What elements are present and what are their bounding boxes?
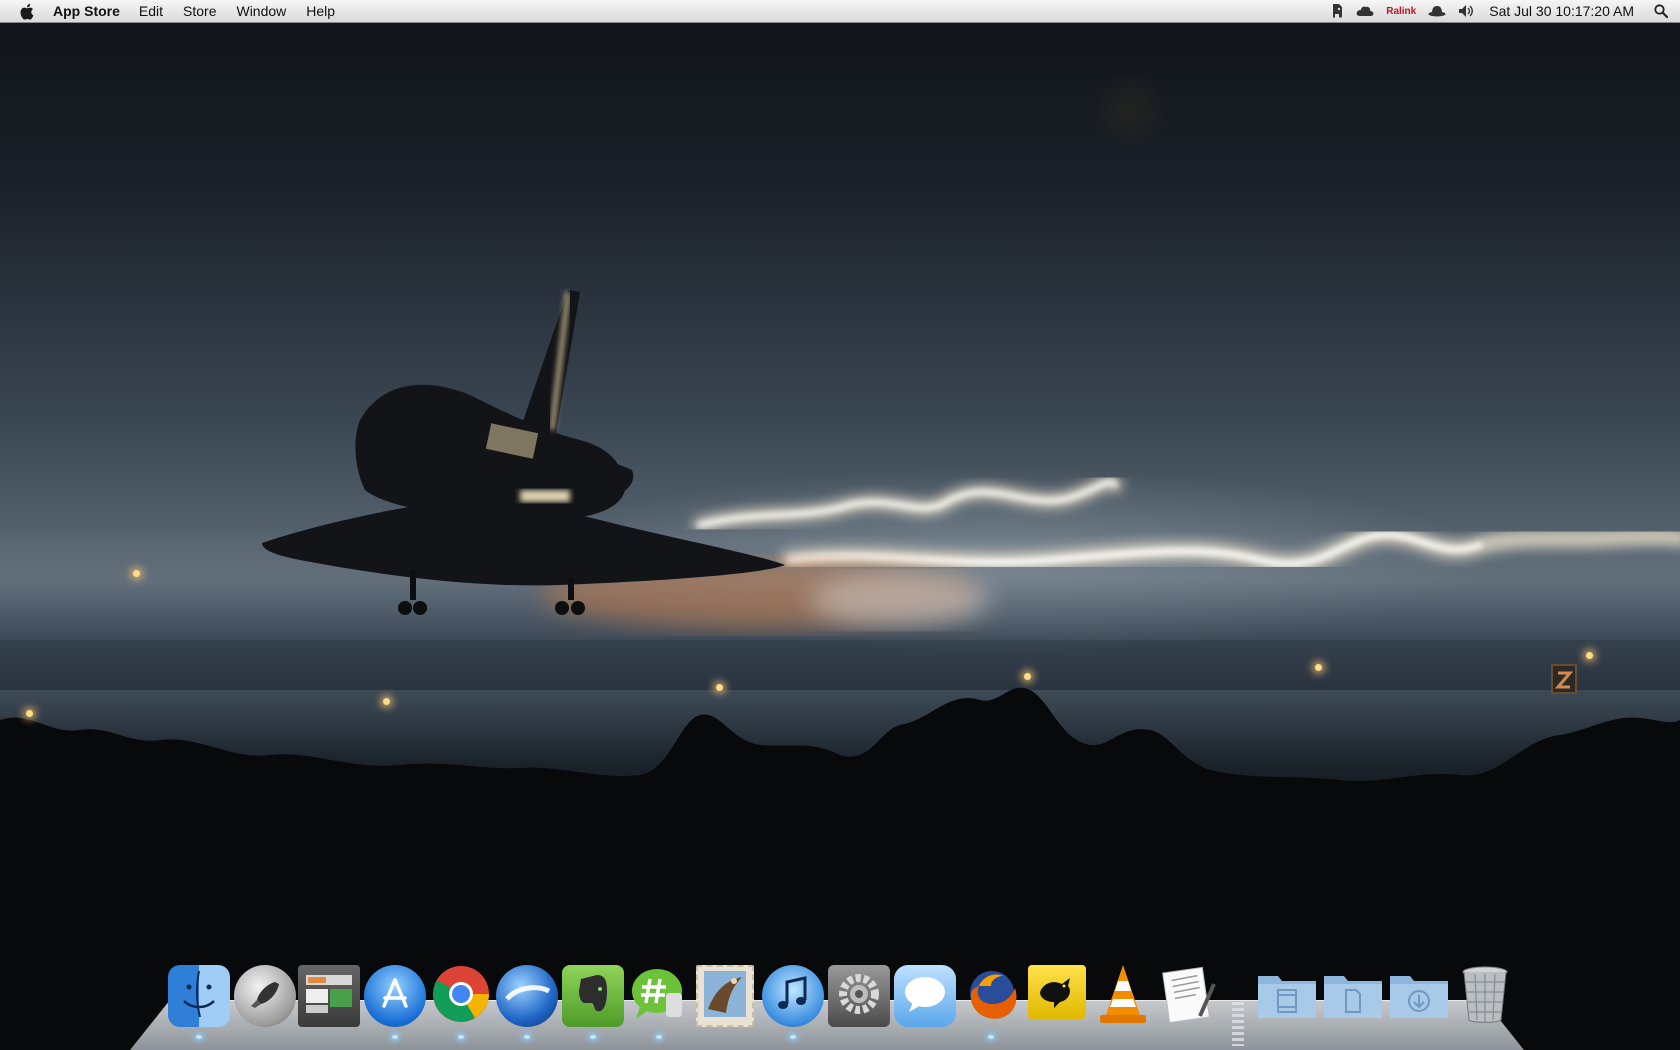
running-indicator [590,1035,596,1039]
menu-window[interactable]: Window [236,0,286,22]
document-pen-icon [1160,964,1218,1029]
apple-icon[interactable] [19,2,35,20]
running-indicator [524,1035,530,1039]
running-indicator [392,1035,398,1039]
menu-bar: App Store Edit Store Window Help Ralink … [0,0,1680,23]
dock-item-google-earth[interactable] [496,965,558,1039]
running-indicator [458,1035,464,1039]
dock-item-evernote[interactable] [562,965,624,1039]
volume-icon[interactable] [1458,0,1475,22]
runway-light [1586,652,1593,659]
trash-icon [1460,964,1510,1029]
shuttle-hatch-glow [520,490,570,502]
running-indicator [196,1035,202,1039]
dock-item-finder[interactable] [168,965,230,1039]
menu-help[interactable]: Help [306,0,335,22]
app-store-icon [375,974,415,1019]
runway-light [133,570,140,577]
dust-cloud-light [810,574,990,626]
shuttle-landing-scene [0,290,1680,1050]
dock-item-messages[interactable] [894,965,956,1027]
menu-store[interactable]: Store [183,0,216,22]
plume-trail-upper [693,475,1122,532]
menu-extras: Ralink Sat Jul 30 10:17:20 AM [1324,0,1680,22]
dock-item-chrome[interactable] [430,965,492,1039]
dock-item-tweetie[interactable] [1028,965,1086,1019]
clock-datetime[interactable]: Sat Jul 30 10:17:20 AM [1489,0,1634,22]
movies-folder-icon [1256,968,1318,1025]
dock-item-mail[interactable] [696,965,754,1027]
running-indicator [656,1035,662,1039]
dock-item-launchpad[interactable] [234,965,296,1027]
running-indicator [790,1035,796,1039]
downloads-folder-icon [1388,968,1450,1025]
dock-item-firefox[interactable] [960,964,1022,1039]
documents-folder-icon [1322,968,1384,1025]
dock-item-image-capture[interactable] [298,965,360,1027]
runway-light [716,684,723,691]
dock-item-textedit[interactable] [1158,965,1220,1027]
firefox-icon [961,964,1021,1029]
bowler-hat-icon[interactable] [1428,0,1446,22]
dock-item-vlc[interactable] [1092,963,1154,1030]
bird-icon [1034,970,1080,1015]
runway-light [383,698,390,705]
dock [0,963,1680,1039]
dock-item-hash-chat[interactable] [628,965,690,1039]
dock-item-app-store[interactable] [364,965,426,1039]
dock-stack-movies[interactable] [1256,965,1318,1027]
spotlight-search-icon[interactable] [1654,0,1668,22]
chrome-icon [432,965,490,1028]
itunes-note-icon [775,974,811,1019]
earth-icon [502,969,552,1024]
cloud-icon[interactable] [1356,0,1374,22]
runway-light [1024,673,1031,680]
running-indicator [988,1035,994,1039]
evernote-elephant-icon [573,971,613,1022]
dock-item-itunes[interactable] [762,965,824,1039]
chat-hash-icon [630,965,688,1028]
menu-edit[interactable]: Edit [139,0,163,22]
finder-icon [172,967,226,1026]
ralink-wifi-label[interactable]: Ralink [1386,0,1416,22]
photo-browser-icon [302,971,356,1022]
evernote-menu-icon[interactable] [1330,0,1344,22]
speech-bubble-icon [903,974,947,1019]
menu-app-store[interactable]: App Store [53,0,120,22]
gear-icon [834,969,884,1024]
runway-light [1315,664,1322,671]
mail-stamp-icon [702,969,748,1024]
desktop-wallpaper [0,0,1680,1050]
dock-stack-downloads[interactable] [1388,965,1450,1027]
dock-item-trash[interactable] [1454,965,1516,1027]
dock-stack-documents[interactable] [1322,965,1384,1027]
rocket-icon [245,974,285,1019]
traffic-cone-icon [1098,963,1148,1030]
runway-light [26,710,33,717]
dock-item-system-preferences[interactable] [828,965,890,1027]
